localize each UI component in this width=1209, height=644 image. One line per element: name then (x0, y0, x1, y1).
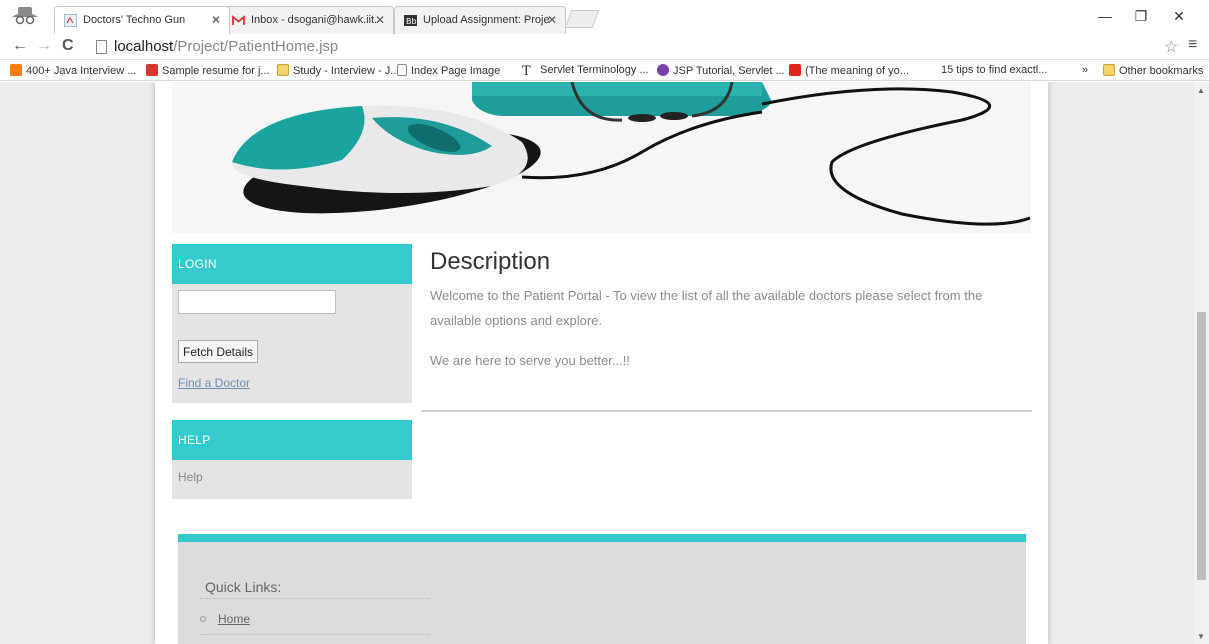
close-tab-icon[interactable]: ✕ (375, 13, 385, 27)
bookmark-label: Other bookmarks (1119, 65, 1204, 77)
login-panel: LOGIN Fetch Details Find a Doctor (172, 244, 412, 403)
bookmark-label: Study - Interview - J... (293, 65, 400, 77)
tab-gmail-inbox[interactable]: Inbox - dsogani@hawk.iit. ✕ (222, 6, 394, 34)
restore-icon[interactable]: ❐ (1126, 8, 1156, 25)
folder-icon (1103, 64, 1115, 76)
close-tab-icon[interactable]: ✕ (211, 13, 221, 27)
page-viewport: LOGIN Fetch Details Find a Doctor HELP H… (0, 82, 1194, 644)
login-id-input[interactable] (178, 290, 336, 314)
fetch-details-button[interactable]: Fetch Details (178, 340, 259, 363)
url-path: /Project/PatientHome.jsp (173, 38, 339, 55)
bullet-icon (200, 616, 206, 622)
bookmark-label: JSP Tutorial, Servlet ... (673, 65, 785, 77)
description-body: Welcome to the Patient Portal - To view … (430, 288, 983, 328)
description-title: Description (430, 248, 551, 275)
home-link[interactable]: Home (218, 612, 250, 626)
quick-link-item: Home (200, 612, 250, 626)
page-icon (397, 64, 407, 76)
bookmark-label: Index Page Image (411, 65, 501, 77)
folder-icon (277, 64, 289, 76)
help-text: Help (178, 470, 203, 484)
bookmark-meaning-of[interactable]: (The meaning of yo... (789, 64, 909, 77)
forward-arrow-icon[interactable]: → (36, 37, 52, 55)
bookmark-label: (The meaning of yo... (805, 65, 909, 77)
find-a-doctor-link[interactable]: Find a Doctor (178, 376, 250, 390)
bookmark-study-interview[interactable]: Study - Interview - J... (277, 64, 399, 77)
quick-links-title: Quick Links: (205, 579, 282, 595)
tab-upload-assignment[interactable]: Bb Upload Assignment: Proje ✕ (394, 6, 566, 34)
bookmark-15-tips[interactable]: 15 tips to find exactl... (941, 64, 1047, 76)
t-icon: T (522, 64, 531, 79)
address-bar[interactable]: localhost/Project/PatientHome.jsp (88, 36, 1168, 58)
gmail-icon (232, 15, 245, 25)
divider (200, 634, 430, 635)
scrollbar-thumb[interactable] (1197, 312, 1206, 580)
svg-text:Bb: Bb (406, 17, 417, 26)
bookmark-sample-resume[interactable]: Sample resume for j... (146, 64, 270, 77)
footer-quick-links: Quick Links: Home (178, 534, 1026, 644)
jsp-icon (657, 64, 669, 76)
tab-strip: Doctors' Techno Gun ✕ Inbox - dsogani@ha… (0, 0, 1209, 34)
tab-doctors-techno-gun[interactable]: Doctors' Techno Gun ✕ (54, 6, 230, 34)
divider (200, 598, 430, 599)
bookmark-jsp-tutorial[interactable]: JSP Tutorial, Servlet ... (657, 64, 785, 77)
scroll-down-icon[interactable]: ▼ (1197, 632, 1205, 641)
new-tab-button[interactable] (564, 10, 600, 28)
description-tagline: We are here to serve you better...!! (430, 353, 630, 368)
bookmark-label: Sample resume for j... (162, 65, 270, 77)
help-panel: HELP Help (172, 420, 412, 499)
doctor-favicon-icon (64, 14, 77, 27)
reload-icon[interactable]: C (62, 37, 74, 55)
tab-title: Upload Assignment: Proje (423, 14, 550, 26)
bookmark-star-icon[interactable]: ☆ (1164, 37, 1178, 57)
bookmarks-bar: 400+ Java Interview ... Sample resume fo… (0, 60, 1209, 81)
minimize-icon[interactable]: — (1090, 8, 1120, 24)
content-divider (421, 410, 1032, 412)
vertical-scrollbar[interactable]: ▲ ▼ (1194, 82, 1209, 644)
page-icon (96, 40, 107, 54)
bookmark-label: 400+ Java Interview ... (26, 65, 137, 77)
blackboard-icon: Bb (404, 15, 417, 26)
bookmark-java-interview[interactable]: 400+ Java Interview ... (10, 64, 136, 77)
close-window-icon[interactable]: ✕ (1164, 8, 1194, 25)
bookmarks-overflow-chevron[interactable]: » (1082, 64, 1088, 76)
tab-title: Inbox - dsogani@hawk.iit. (251, 14, 378, 26)
red-icon (789, 64, 801, 76)
help-heading: HELP (172, 420, 412, 460)
bookmark-other-bookmarks[interactable]: Other bookmarks (1103, 64, 1203, 77)
bookmark-label: » (1082, 64, 1089, 76)
back-arrow-icon[interactable]: ← (12, 37, 28, 55)
hero-mouse-stethoscope-image (172, 82, 1031, 233)
blogger-icon (10, 64, 22, 76)
incognito-icon (12, 7, 38, 25)
chrome-menu-icon[interactable]: ≡ (1188, 36, 1197, 54)
red-c-icon (146, 64, 158, 76)
bookmark-index-page-image[interactable]: Index Page Image (397, 64, 500, 77)
bookmark-label: 15 tips to find exactl... (941, 64, 1048, 76)
page-container: LOGIN Fetch Details Find a Doctor HELP H… (155, 82, 1048, 644)
scroll-up-icon[interactable]: ▲ (1197, 86, 1205, 95)
close-tab-icon[interactable]: ✕ (547, 13, 557, 27)
url-host: localhost (114, 38, 174, 55)
tab-title: Doctors' Techno Gun (83, 14, 186, 26)
bookmark-servlet-terminology[interactable]: T Servlet Terminology ... (522, 64, 649, 79)
bookmark-label: Servlet Terminology ... (540, 64, 649, 76)
login-heading: LOGIN (172, 244, 412, 284)
browser-toolbar: ← → C localhost/Project/PatientHome.jsp … (0, 34, 1209, 60)
